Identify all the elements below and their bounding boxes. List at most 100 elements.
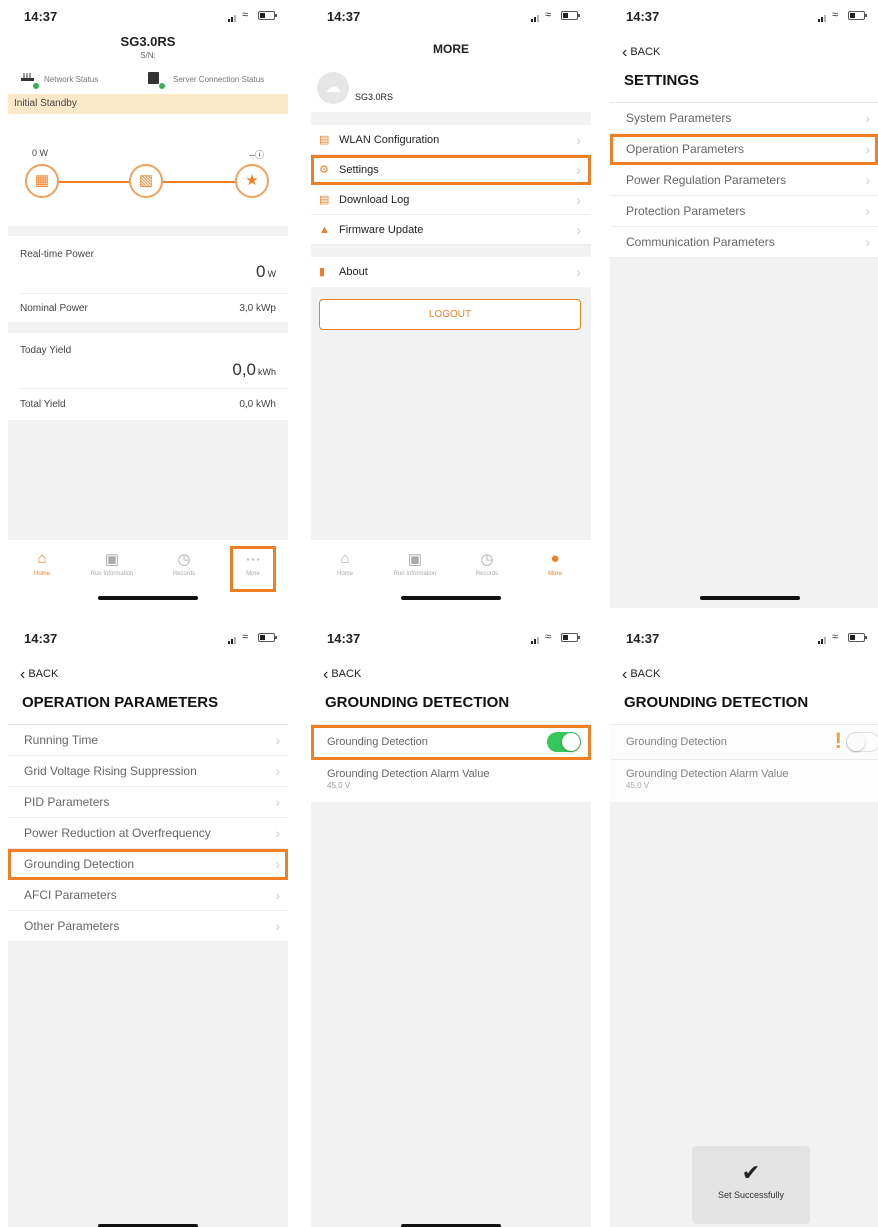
status-bar: 14:37 ≈ [8, 0, 288, 30]
tab-more[interactable]: ● More [527, 550, 583, 577]
about-menu: ▮ About › [311, 257, 591, 287]
operation-item-afci[interactable]: AFCI Parameters › [8, 880, 288, 911]
settings-item-communication[interactable]: Communication Parameters › [610, 227, 878, 258]
menu-item-wlan[interactable]: ▤ WLAN Configuration › [311, 125, 591, 155]
operation-item-power-reduction[interactable]: Power Reduction at Overfrequency › [8, 818, 288, 849]
chevron-right-icon: › [275, 794, 280, 810]
router-icon: ▤ [319, 134, 330, 146]
info-icon: ▮ [319, 266, 326, 278]
signal-bar [234, 637, 236, 644]
menu-item-settings[interactable]: ⚙ Settings › [311, 155, 591, 185]
operation-item-grid-voltage[interactable]: Grid Voltage Rising Suppression › [8, 756, 288, 787]
server-ok-icon [158, 82, 166, 90]
operation-item-grounding-detection[interactable]: Grounding Detection › [8, 849, 288, 880]
tab-home[interactable]: ⌂ Home [14, 550, 70, 577]
settings-item-operation[interactable]: Operation Parameters › [610, 134, 878, 165]
network-ok-icon [32, 82, 40, 90]
realtime-power-number: 0 [256, 262, 266, 281]
home-indicator [98, 596, 198, 600]
operation-list: Running Time › Grid Voltage Rising Suppre… [8, 724, 288, 942]
settings-list: System Parameters › Operation Parameters ›… [610, 102, 878, 258]
chevron-left-icon: ‹ [20, 666, 26, 683]
settings-item-protection[interactable]: Protection Parameters › [610, 196, 878, 227]
status-bar: 14:37 ≈ [311, 622, 591, 652]
operation-parameters-screen: 14:37 ≈ ‹ BACK OPERATION PARAMETERS Runni… [8, 622, 288, 1227]
settings-screen: 14:37 ≈ ‹ BACK SETTINGS System Parameters… [610, 0, 878, 608]
menu-item-label: Download Log [339, 194, 410, 206]
tab-run-information[interactable]: ▣ Run Information [84, 550, 140, 577]
status-time: 14:37 [327, 631, 361, 646]
battery-icon [258, 11, 277, 20]
serial-number: S/N: [140, 51, 156, 60]
wifi-icon: ≈ [832, 631, 839, 643]
grounding-detection-toggle[interactable] [846, 732, 878, 752]
settings-item-label: Protection Parameters [626, 204, 746, 218]
menu-item-download-log[interactable]: ▤ Download Log › [311, 185, 591, 215]
back-label: BACK [630, 46, 661, 58]
checkmark-icon: ✔ [741, 1160, 761, 1185]
back-button[interactable]: ‹ BACK [20, 666, 58, 684]
inverter-icon: ▧ [129, 164, 163, 198]
menu-item-about[interactable]: ▮ About › [311, 257, 591, 287]
alarm-value: 45,0 V [626, 781, 650, 790]
alarm-value-row[interactable]: Grounding Detection Alarm Value 45,0 V [311, 760, 591, 802]
operation-item-label: Grounding Detection [24, 857, 135, 871]
more-menu: ▤ WLAN Configuration › ⚙ Settings › ▤ Downloa… [311, 125, 591, 245]
operation-item-running-time[interactable]: Running Time › [8, 725, 288, 756]
settings-item-system[interactable]: System Parameters › [610, 103, 878, 134]
menu-item-firmware-update[interactable]: ▲ Firmware Update › [311, 215, 591, 245]
energy-flow-diagram: 0 W --ⓘ ▦ ▧ ★ [8, 114, 288, 226]
tab-run-information[interactable]: ▣ Run Information [387, 550, 443, 577]
today-yield-value: 0,0 kWh [232, 360, 276, 380]
clock-icon: ◷ [177, 551, 191, 568]
monitor-icon: ▣ [407, 551, 423, 568]
chevron-left-icon: ‹ [323, 666, 329, 683]
chevron-right-icon: › [275, 825, 280, 841]
yield-card: Today Yield 0,0 kWh Total Yield 0,0 kWh [8, 333, 288, 420]
gear-icon: ⚙ [319, 164, 329, 176]
chevron-right-icon: › [865, 110, 870, 126]
toast-message: Set Successfully [717, 1190, 785, 1200]
signal-bar [234, 15, 236, 22]
chevron-right-icon: › [865, 203, 870, 219]
nominal-power-label: Nominal Power [20, 303, 88, 314]
device-state-banner: Initial Standby [8, 94, 288, 114]
wifi-icon: ≈ [545, 631, 552, 643]
alarm-value-label: Grounding Detection Alarm Value [327, 768, 490, 780]
back-button[interactable]: ‹ BACK [622, 44, 660, 62]
status-time: 14:37 [626, 9, 660, 24]
profile-row[interactable]: ☁ SG3.0RS [311, 66, 591, 112]
battery-icon [258, 633, 277, 642]
status-icons: ≈ [228, 10, 278, 22]
back-button[interactable]: ‹ BACK [622, 666, 660, 684]
chevron-right-icon: › [275, 763, 280, 779]
alarm-value-row[interactable]: Grounding Detection Alarm Value 45,0 V [610, 760, 878, 802]
tab-more[interactable]: ⋯ More [230, 546, 276, 592]
operation-item-pid[interactable]: PID Parameters › [8, 787, 288, 818]
grounding-detection-toggle[interactable] [547, 732, 581, 752]
wifi-icon: ≈ [545, 9, 552, 21]
chevron-right-icon: › [865, 172, 870, 188]
page-title: GROUNDING DETECTION [624, 694, 809, 711]
document-icon: ▤ [319, 194, 330, 206]
logout-button[interactable]: LOGOUT [319, 299, 581, 330]
operation-item-label: AFCI Parameters [24, 888, 117, 902]
signal-bar [231, 639, 233, 644]
grounding-detection-saved-screen: 14:37 ≈ ‹ BACK GROUNDING DETECTION Ground… [610, 622, 878, 1227]
operation-item-other[interactable]: Other Parameters › [8, 911, 288, 942]
solar-panel-icon: ▦ [25, 164, 59, 198]
tab-records[interactable]: ◷ Records [459, 550, 515, 577]
server-status-label: Server Connection Status [173, 75, 265, 84]
tab-home[interactable]: ⌂ Home [317, 550, 373, 577]
tab-bar: ⌂ Home ▣ Run Information ◷ Records ⋯ More [8, 540, 288, 608]
menu-item-label: Settings [339, 164, 379, 176]
alarm-value: 45,0 V [327, 781, 351, 790]
chevron-right-icon: › [275, 856, 280, 872]
home-indicator [401, 596, 501, 600]
tab-records[interactable]: ◷ Records [156, 550, 212, 577]
settings-item-power-regulation[interactable]: Power Regulation Parameters › [610, 165, 878, 196]
battery-icon [848, 11, 867, 20]
pv-power-value: 0 W [32, 148, 49, 158]
battery-icon [561, 11, 580, 20]
back-button[interactable]: ‹ BACK [323, 666, 361, 684]
